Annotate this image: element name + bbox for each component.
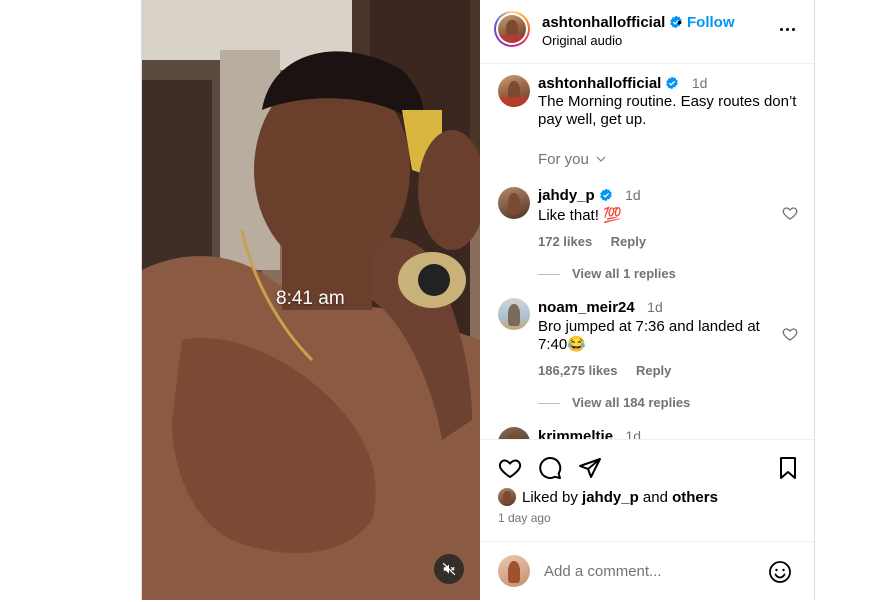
author-avatar[interactable]: [494, 11, 530, 47]
comment-text: Bro jumped at 7:36 and landed at 7:40😂: [538, 318, 760, 353]
reply-button[interactable]: Reply: [636, 363, 671, 378]
reel-video[interactable]: 8:41 am: [142, 0, 480, 600]
comment-age: 1d: [625, 187, 641, 203]
add-comment-input[interactable]: [542, 562, 756, 581]
post-header: ashtonhallofficial • Follow Original aud…: [480, 0, 814, 64]
post-dialog: 8:41 am ashtonhallofficial • Follow Orig…: [141, 0, 815, 600]
commenter-username[interactable]: noam_meir24: [538, 299, 635, 316]
comment-icon[interactable]: [538, 456, 562, 480]
caption-author-avatar[interactable]: [498, 75, 530, 107]
bookmark-icon[interactable]: [776, 456, 800, 480]
liked-by-user[interactable]: jahdy_p: [582, 489, 639, 506]
original-audio-link[interactable]: Original audio: [542, 33, 622, 48]
commenter-avatar[interactable]: [498, 427, 530, 439]
heart-icon[interactable]: [498, 456, 522, 480]
caption-age: 1d: [691, 75, 708, 91]
comment-text: Like that! 💯: [538, 207, 622, 224]
share-icon[interactable]: [578, 456, 602, 480]
for-you-label: For you: [538, 151, 589, 168]
post-time-ago[interactable]: 1 day ago: [498, 511, 551, 525]
mute-toggle-button[interactable]: [434, 554, 464, 584]
liked-by-and: and: [642, 489, 668, 506]
verified-badge-icon: [666, 76, 679, 90]
commenter-avatar[interactable]: [498, 298, 530, 330]
commenter-username[interactable]: krimmeltje: [538, 428, 613, 439]
speaker-muted-icon: [442, 562, 456, 576]
liked-by-others[interactable]: others: [672, 489, 718, 506]
video-overlay-time: 8:41 am: [276, 288, 345, 309]
follow-button[interactable]: Follow: [687, 14, 735, 31]
view-replies-button[interactable]: View all 1 replies: [538, 266, 676, 281]
current-user-avatar[interactable]: [498, 555, 530, 587]
liked-by-summary: Liked by jahdy_p and others: [522, 489, 718, 506]
emoji-icon[interactable]: [768, 560, 792, 584]
author-username[interactable]: ashtonhallofficial: [542, 14, 665, 31]
comment-likes[interactable]: 186,275 likes: [538, 363, 618, 378]
chevron-down-icon: [596, 156, 606, 162]
author-username-link[interactable]: ashtonhallofficial: [542, 14, 683, 31]
view-replies-label: View all 1 replies: [572, 266, 676, 281]
comment-likes[interactable]: 172 likes: [538, 234, 592, 249]
commenter-avatar[interactable]: [498, 187, 530, 219]
caption-username[interactable]: ashtonhallofficial: [538, 75, 661, 92]
comment-like-heart-icon[interactable]: [782, 326, 798, 342]
comment-age: 1d: [625, 428, 642, 439]
comments-list[interactable]: ashtonhallofficial 1d The Morning routin…: [480, 63, 814, 439]
header-separator: •: [677, 14, 682, 30]
comment-like-heart-icon[interactable]: [782, 205, 798, 221]
for-you-dropdown[interactable]: For you: [538, 151, 607, 168]
post-actions-section: Liked by jahdy_p and others 1 day ago: [480, 439, 814, 601]
liked-by-avatar[interactable]: [498, 488, 516, 506]
add-comment-bar: [480, 541, 814, 602]
view-replies-button[interactable]: View all 184 replies: [538, 395, 690, 410]
view-replies-label: View all 184 replies: [572, 395, 691, 410]
reply-button[interactable]: Reply: [611, 234, 646, 249]
verified-badge-icon: [599, 188, 612, 202]
post-details-panel: ashtonhallofficial • Follow Original aud…: [480, 0, 814, 600]
liked-by-prefix: Liked by: [522, 489, 578, 506]
caption-text: The Morning routine. Easy routes don’t p…: [538, 93, 797, 128]
more-options-icon[interactable]: [779, 20, 797, 38]
commenter-username[interactable]: jahdy_p: [538, 187, 595, 204]
comment-age: 1d: [647, 299, 663, 315]
